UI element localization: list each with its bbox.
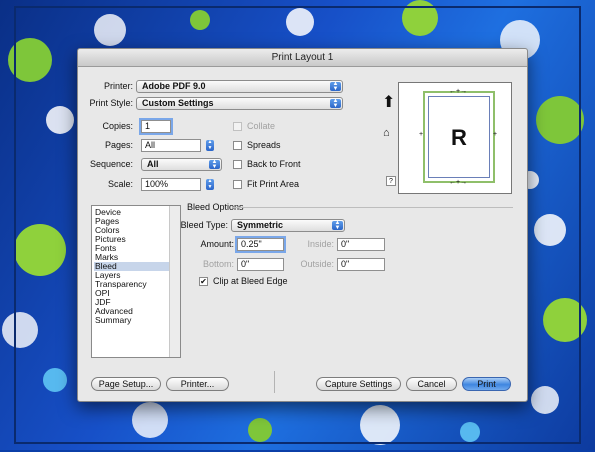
collate-label: Collate (247, 121, 276, 131)
section-divider (233, 207, 513, 208)
fit-print-area-checkbox[interactable] (233, 180, 242, 189)
print-dialog: Print Layout 1 Printer: Adobe PDF 9.0 ▲ ▼… (77, 48, 528, 402)
sequence-label: Sequence: (89, 159, 133, 169)
page-preview: R ←+→ ←+→ + + (398, 82, 512, 194)
bleed-outline: R (423, 91, 495, 183)
crop-mark-top-icon: ←+→ (449, 88, 468, 95)
collate-checkbox[interactable] (233, 122, 242, 131)
list-item-summary[interactable]: Summary (94, 316, 169, 325)
popup-arrows-icon: ▲ ▼ (330, 81, 341, 92)
bleed-type-value: Symmetric (237, 220, 284, 230)
clip-at-bleed-edge-checkbox[interactable]: ✔ (199, 277, 208, 286)
crop-mark-right-icon: + (493, 131, 498, 138)
print-style-label: Print Style: (89, 98, 133, 108)
bleed-type-label: Bleed Type: (180, 220, 228, 230)
preview-letter: R (451, 125, 467, 150)
spreads-label: Spreads (247, 140, 281, 150)
crop-mark-left-icon: + (419, 131, 424, 138)
print-style-value: Custom Settings (142, 98, 214, 108)
popup-arrows-icon: ▲ ▼ (209, 159, 220, 170)
crop-mark-bottom-icon: ←+→ (449, 179, 468, 186)
printer-value: Adobe PDF 9.0 (142, 81, 206, 91)
page-setup-button[interactable]: Page Setup... (91, 377, 161, 391)
bottom-field[interactable]: 0" (237, 258, 284, 271)
clip-at-bleed-edge-label: Clip at Bleed Edge (213, 276, 288, 286)
settings-category-list[interactable]: Device Pages Colors Pictures Fonts Marks… (91, 205, 181, 358)
sequence-popup[interactable]: All ▲ ▼ (141, 158, 222, 171)
outside-label: Outside: (300, 259, 334, 269)
popup-arrows-icon: ▲ ▼ (330, 98, 341, 109)
inside-field[interactable]: 0" (337, 238, 385, 251)
scale-label: Scale: (107, 179, 133, 189)
feed-direction-arrow-icon: ⬆ (382, 94, 396, 111)
print-button[interactable]: Print (462, 377, 511, 391)
printer-popup[interactable]: Adobe PDF 9.0 ▲ ▼ (136, 80, 343, 93)
outside-field[interactable]: 0" (337, 258, 385, 271)
scale-stepper-icon[interactable]: ▲ ▼ (206, 178, 214, 190)
pages-field[interactable]: All (141, 139, 201, 152)
sequence-value: All (147, 159, 159, 169)
print-style-popup[interactable]: Custom Settings ▲ ▼ (136, 97, 343, 110)
pages-label: Pages: (104, 140, 133, 150)
printer-button[interactable]: Printer... (166, 377, 229, 391)
pages-stepper-icon[interactable]: ▲ ▼ (206, 139, 214, 151)
amount-label: Amount: (200, 239, 234, 249)
printer-label: Printer: (103, 81, 133, 91)
spreads-checkbox[interactable] (233, 141, 242, 150)
bottom-label: Bottom: (202, 259, 234, 269)
inside-label: Inside: (307, 239, 334, 249)
page-trim-outline: R (428, 96, 490, 178)
fit-print-area-label: Fit Print Area (247, 179, 300, 189)
amount-field[interactable]: 0.25" (237, 238, 284, 251)
window-title[interactable]: Print Layout 1 (78, 49, 527, 67)
cancel-button[interactable]: Cancel (406, 377, 457, 391)
back-to-front-label: Back to Front (247, 159, 301, 169)
button-separator (274, 371, 275, 393)
page-flip-icon: ⌂ (383, 127, 390, 139)
copies-field[interactable]: 1 (141, 120, 171, 133)
copies-label: Copies: (102, 121, 133, 131)
back-to-front-checkbox[interactable] (233, 160, 242, 169)
scale-field[interactable]: 100% (141, 178, 201, 191)
capture-settings-button[interactable]: Capture Settings (316, 377, 401, 391)
help-icon[interactable]: ? (386, 176, 396, 186)
popup-arrows-icon: ▲ ▼ (332, 220, 343, 231)
bleed-type-popup[interactable]: Symmetric ▲ ▼ (231, 219, 345, 232)
